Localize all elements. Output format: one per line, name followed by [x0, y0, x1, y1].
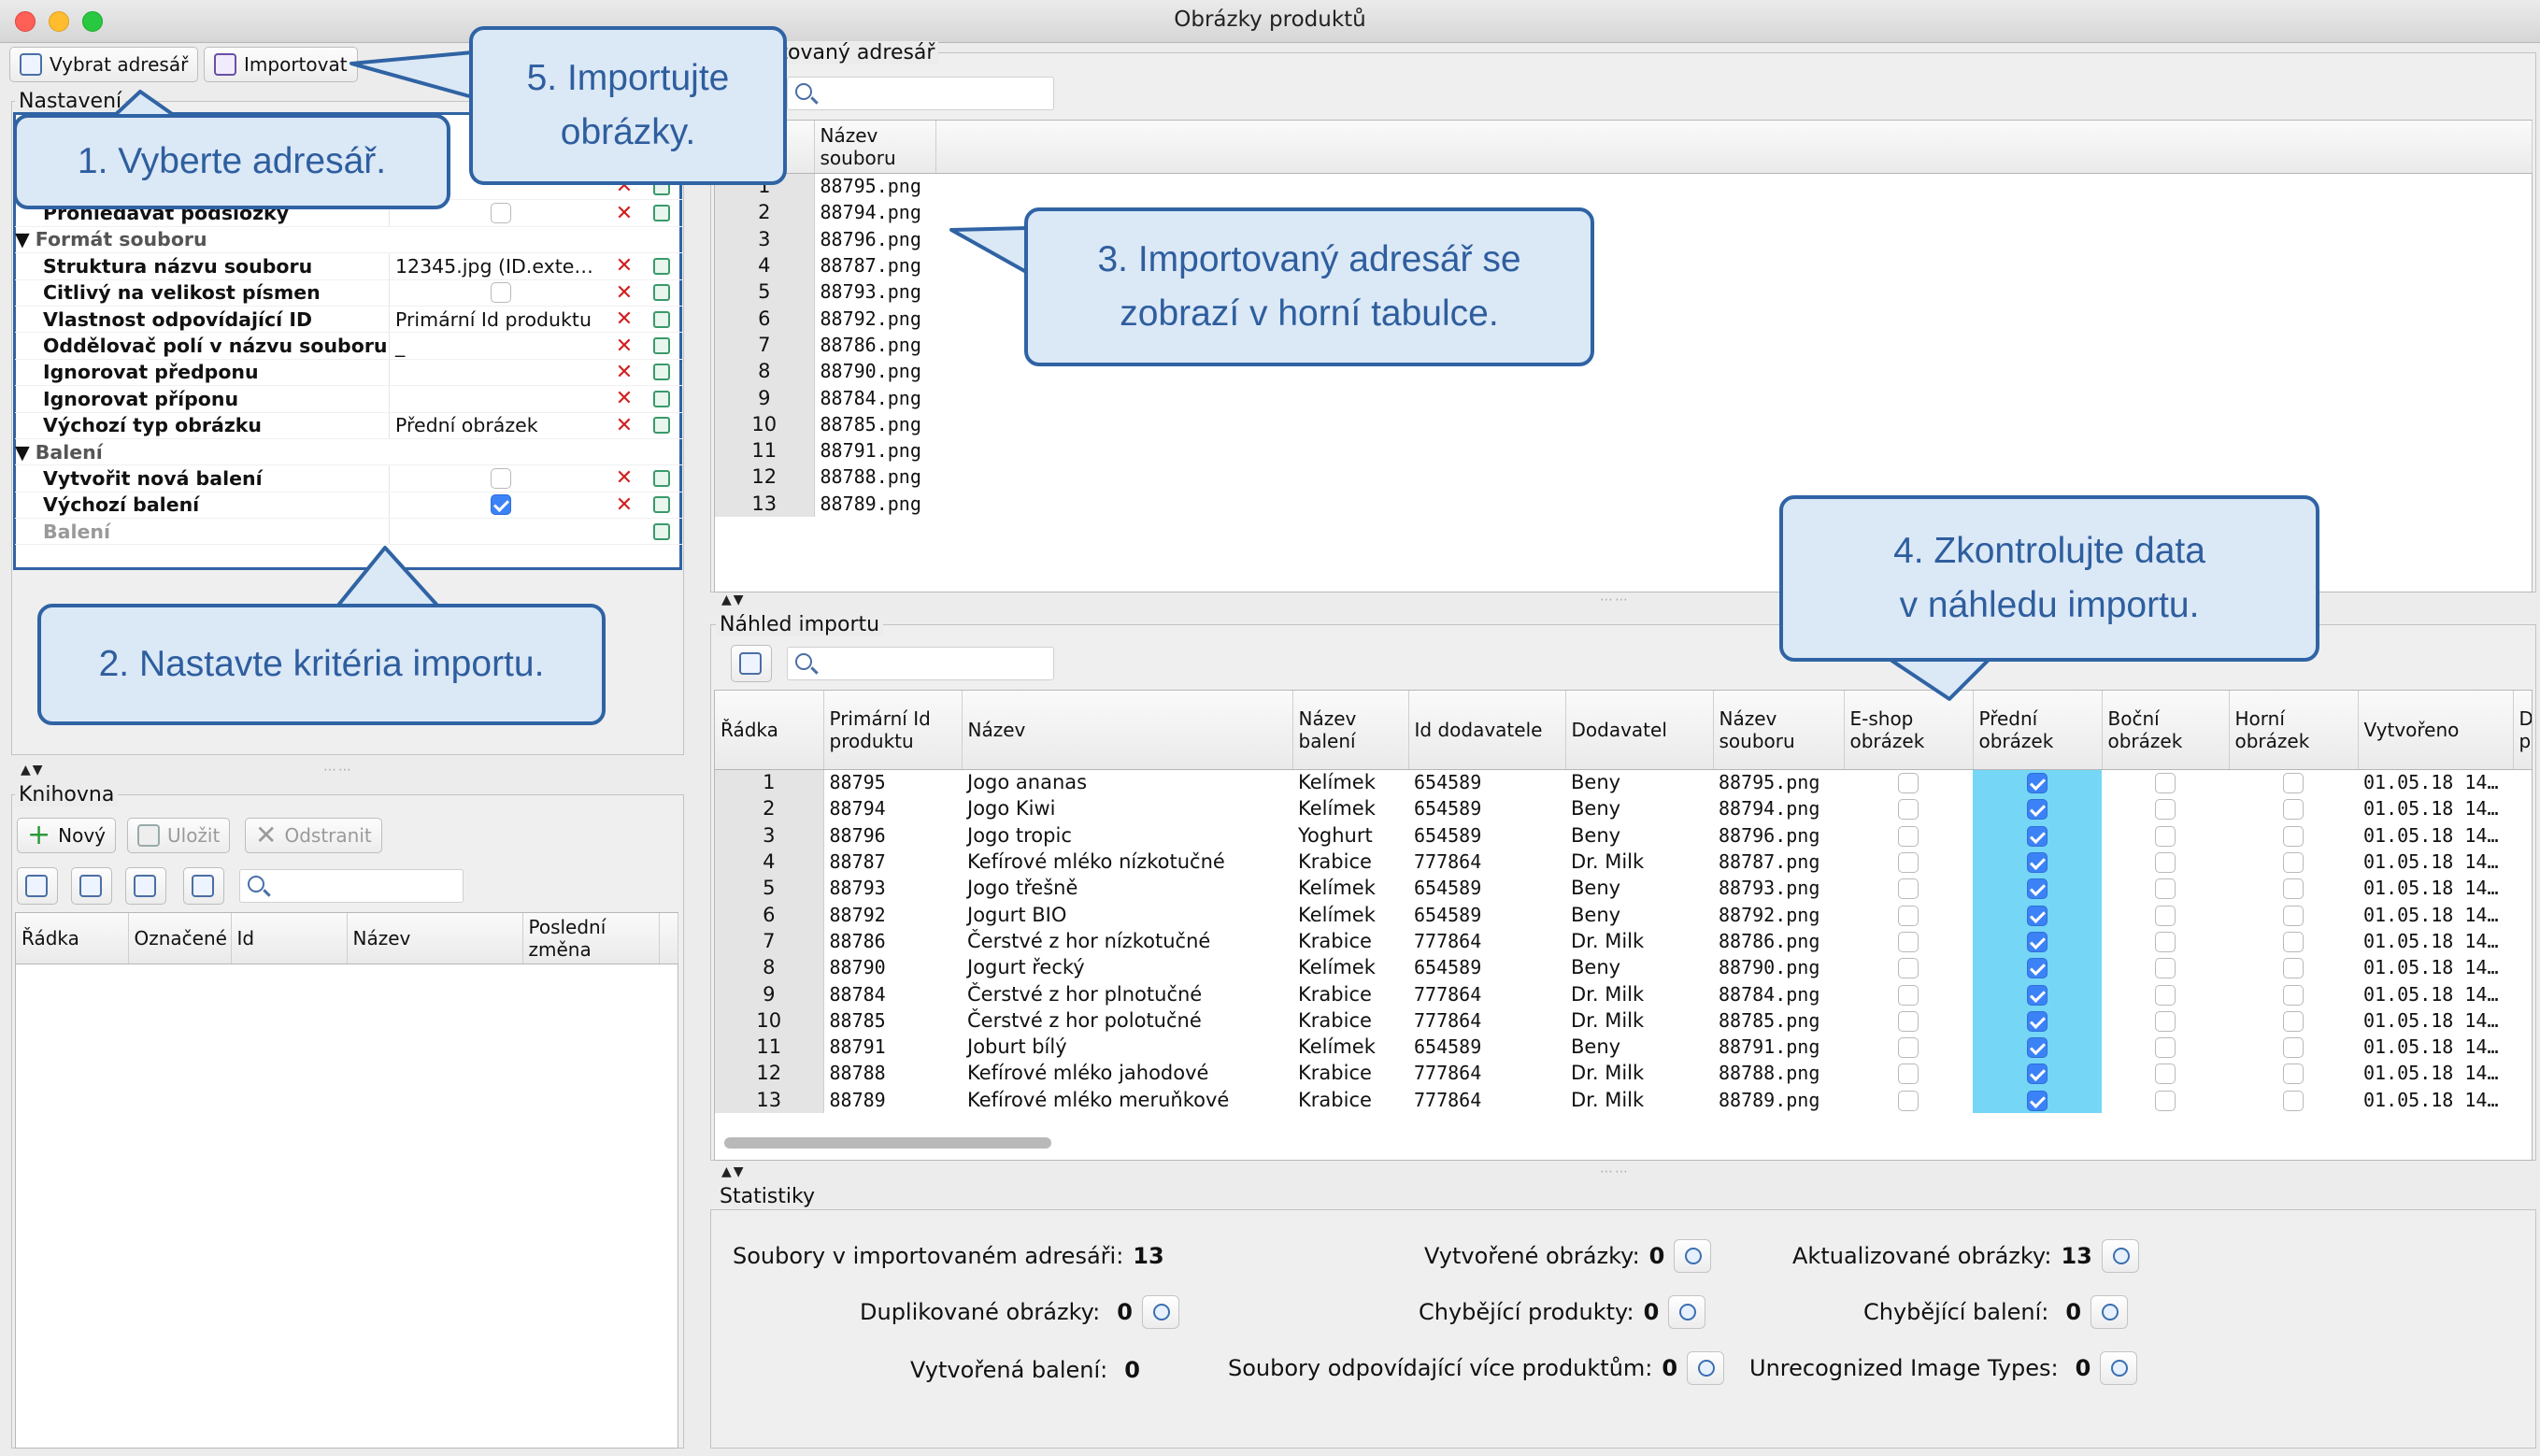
callout-directory-table: 3. Importovaný adresář se zobrazí v horní…: [1024, 207, 1594, 366]
callout-3-pointer: [949, 226, 1030, 275]
callout-5-pointer: [350, 50, 475, 99]
callout-set-criteria: 2. Nastavte kritéria importu.: [37, 604, 606, 725]
callout-2-pointer: [335, 546, 441, 609]
callout-select-directory: 1. Vyberte adresář.: [13, 114, 450, 209]
callout-import-images: 5. Importujte obrázky.: [469, 26, 787, 185]
callout-4-pointer: [1886, 656, 1992, 701]
callout-check-preview: 4. Zkontrolujte data v náhledu importu.: [1779, 495, 2319, 662]
